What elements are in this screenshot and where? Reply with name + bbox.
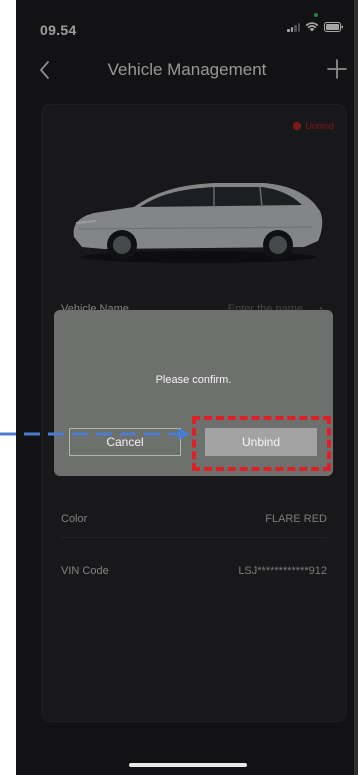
phone-screen: 09.54 Vehicle Management Unbind Vehicle … [16,0,358,775]
annotation-highlight-box [192,416,331,471]
dialog-message: Please confirm. [155,374,232,386]
home-indicator [129,763,247,767]
cancel-button[interactable]: Cancel [69,428,181,456]
